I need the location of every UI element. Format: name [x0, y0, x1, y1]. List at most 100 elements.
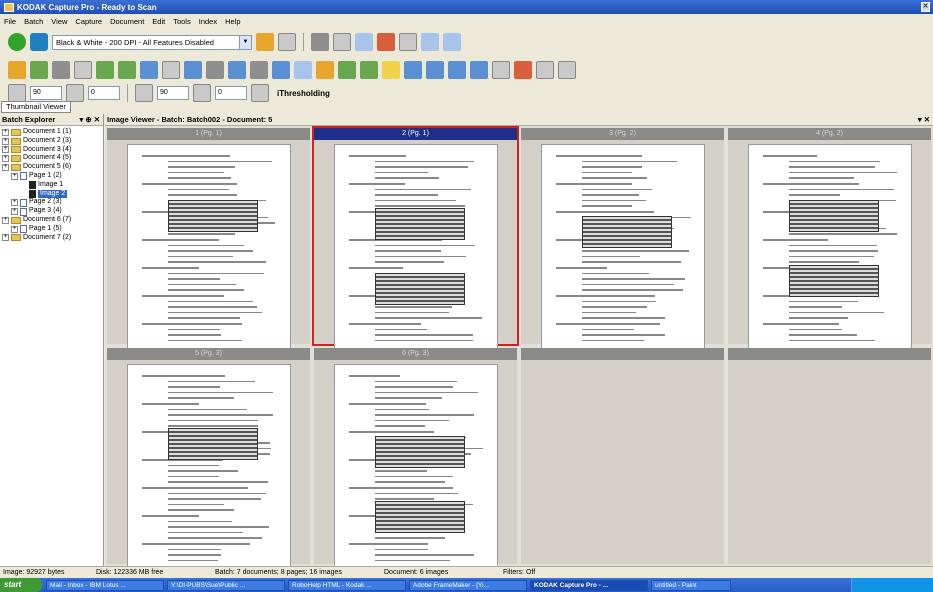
- undo-icon[interactable]: [272, 61, 290, 79]
- expand-icon[interactable]: +: [2, 155, 9, 163]
- close-icon[interactable]: ✕: [921, 2, 930, 12]
- start-scan-button[interactable]: [8, 33, 26, 51]
- tab-thumbnail-viewer[interactable]: Thumbnail Viewer: [1, 101, 71, 113]
- crop-icon[interactable]: [162, 61, 180, 79]
- page-icon[interactable]: [278, 33, 296, 51]
- pane-controls[interactable]: ▾ ⊕ ✕: [79, 114, 100, 126]
- thumbnail-cell[interactable]: 3 (Pg. 2): [521, 128, 724, 349]
- contrast2-spinner[interactable]: 0: [215, 86, 247, 100]
- menu-batch[interactable]: Batch: [24, 17, 43, 26]
- expand-icon[interactable]: +: [2, 137, 9, 145]
- menu-tools[interactable]: Tools: [173, 17, 191, 26]
- menu-view[interactable]: View: [51, 17, 67, 26]
- thumbnail-cell[interactable]: [728, 348, 931, 564]
- tree-node[interactable]: + Document 2 (3): [0, 137, 103, 146]
- thumbnail-cell[interactable]: 2 (Pg. 1): [312, 126, 519, 349]
- expand-icon[interactable]: +: [2, 234, 9, 242]
- move-first-icon[interactable]: [448, 61, 466, 79]
- taskbar-item[interactable]: Y:\DI-PUBS\Sue\Public ...: [167, 579, 285, 591]
- setup-icon[interactable]: [256, 33, 274, 51]
- pan-hand-icon[interactable]: [377, 33, 395, 51]
- rotate-icon[interactable]: [140, 61, 158, 79]
- contrast-spinner[interactable]: 0: [88, 86, 120, 100]
- menu-capture[interactable]: Capture: [75, 17, 102, 26]
- scan-profile-select[interactable]: Black & White - 200 DPI - All Features D…: [52, 34, 252, 50]
- tree-node[interactable]: + Document 1 (1): [0, 128, 103, 137]
- brightness-spinner[interactable]: 90: [30, 86, 62, 100]
- print-icon[interactable]: [206, 61, 224, 79]
- menu-file[interactable]: File: [4, 17, 16, 26]
- start-button[interactable]: start: [0, 578, 42, 592]
- thumbnail-cell[interactable]: [521, 348, 724, 564]
- layout-icon[interactable]: [399, 33, 417, 51]
- select-icon[interactable]: [333, 33, 351, 51]
- menu-document[interactable]: Document: [110, 17, 144, 26]
- thumbnail-cell[interactable]: 4 (Pg. 2): [728, 128, 931, 349]
- pencil-icon[interactable]: [382, 61, 400, 79]
- brightness2-spinner[interactable]: 90: [157, 86, 189, 100]
- tree-node[interactable]: Image 2: [0, 189, 103, 199]
- document-icon[interactable]: [30, 61, 48, 79]
- screenshot-figure: [788, 265, 879, 297]
- tree-node[interactable]: + Document 4 (5): [0, 154, 103, 163]
- viewer-controls[interactable]: ▾ ✕: [918, 114, 930, 126]
- expand-icon[interactable]: +: [11, 172, 18, 180]
- thumbnail-cell[interactable]: 1 (Pg. 1): [107, 128, 310, 349]
- merge-icon[interactable]: [96, 61, 114, 79]
- delete-icon[interactable]: [250, 61, 268, 79]
- stop-scan-button[interactable]: [30, 33, 48, 51]
- tree-node[interactable]: + Document 6 (7): [0, 216, 103, 225]
- threshold-label[interactable]: iThresholding: [277, 89, 330, 98]
- scissors-icon[interactable]: [536, 61, 554, 79]
- thumbnail-cell[interactable]: 5 (Pg. 3): [107, 348, 310, 569]
- menu-edit[interactable]: Edit: [152, 17, 165, 26]
- pointer-icon[interactable]: [311, 33, 329, 51]
- zoom-out-icon[interactable]: [443, 33, 461, 51]
- blank-page-icon[interactable]: [558, 61, 576, 79]
- image-toolbar: 90 0 90 0 iThresholding: [0, 80, 933, 106]
- taskbar-item[interactable]: RoboHelp HTML - Kodak ...: [288, 579, 406, 591]
- expand-icon[interactable]: [20, 182, 27, 189]
- email-icon[interactable]: [228, 61, 246, 79]
- expand-icon[interactable]: +: [11, 225, 18, 233]
- move-right-icon[interactable]: [426, 61, 444, 79]
- tree-node[interactable]: + Page 2 (3): [0, 198, 103, 207]
- expand-icon[interactable]: +: [2, 128, 9, 136]
- zoom-area-icon[interactable]: [355, 33, 373, 51]
- batch-icon[interactable]: [8, 61, 26, 79]
- expand-icon[interactable]: +: [2, 146, 9, 154]
- zoom-in-icon[interactable]: [421, 33, 439, 51]
- tree-node[interactable]: + Page 1 (2): [0, 172, 103, 181]
- note-icon[interactable]: [338, 61, 356, 79]
- highlight-icon[interactable]: [316, 61, 334, 79]
- color-icon[interactable]: [360, 61, 378, 79]
- expand-icon[interactable]: [20, 190, 27, 197]
- expand-icon[interactable]: +: [11, 208, 18, 216]
- thumbnail-cell[interactable]: 6 (Pg. 3): [314, 348, 517, 569]
- expand-icon[interactable]: +: [2, 164, 9, 172]
- taskbar-item[interactable]: KODAK Capture Pro - ...: [530, 579, 648, 591]
- taskbar-item[interactable]: Adobe FrameMaker - [Yi...: [409, 579, 527, 591]
- insert-page-icon[interactable]: [74, 61, 92, 79]
- move-last-icon[interactable]: [470, 61, 488, 79]
- tree-node[interactable]: + Page 1 (5): [0, 225, 103, 234]
- expand-icon[interactable]: +: [2, 216, 9, 224]
- search-icon[interactable]: [294, 61, 312, 79]
- menu-help[interactable]: Help: [225, 17, 240, 26]
- tree-node[interactable]: Image 1: [0, 181, 103, 190]
- split-icon[interactable]: [118, 61, 136, 79]
- menu-index[interactable]: Index: [199, 17, 217, 26]
- tree-node[interactable]: + Document 3 (4): [0, 146, 103, 155]
- taskbar-item[interactable]: untitled - Paint: [651, 579, 731, 591]
- annotate-icon[interactable]: [52, 61, 70, 79]
- tree-node[interactable]: + Document 7 (2): [0, 234, 103, 243]
- text-line: [788, 306, 843, 308]
- expand-icon[interactable]: +: [11, 199, 18, 207]
- taskbar-item[interactable]: Mail - Inbox - IBM Lotus ...: [46, 579, 164, 591]
- move-left-icon[interactable]: [404, 61, 422, 79]
- tree-node[interactable]: + Document 5 (6): [0, 163, 103, 172]
- tree-node[interactable]: + Page 3 (4): [0, 207, 103, 216]
- deskew-icon[interactable]: [184, 61, 202, 79]
- flag-icon[interactable]: [514, 61, 532, 79]
- checkbox-icon[interactable]: [492, 61, 510, 79]
